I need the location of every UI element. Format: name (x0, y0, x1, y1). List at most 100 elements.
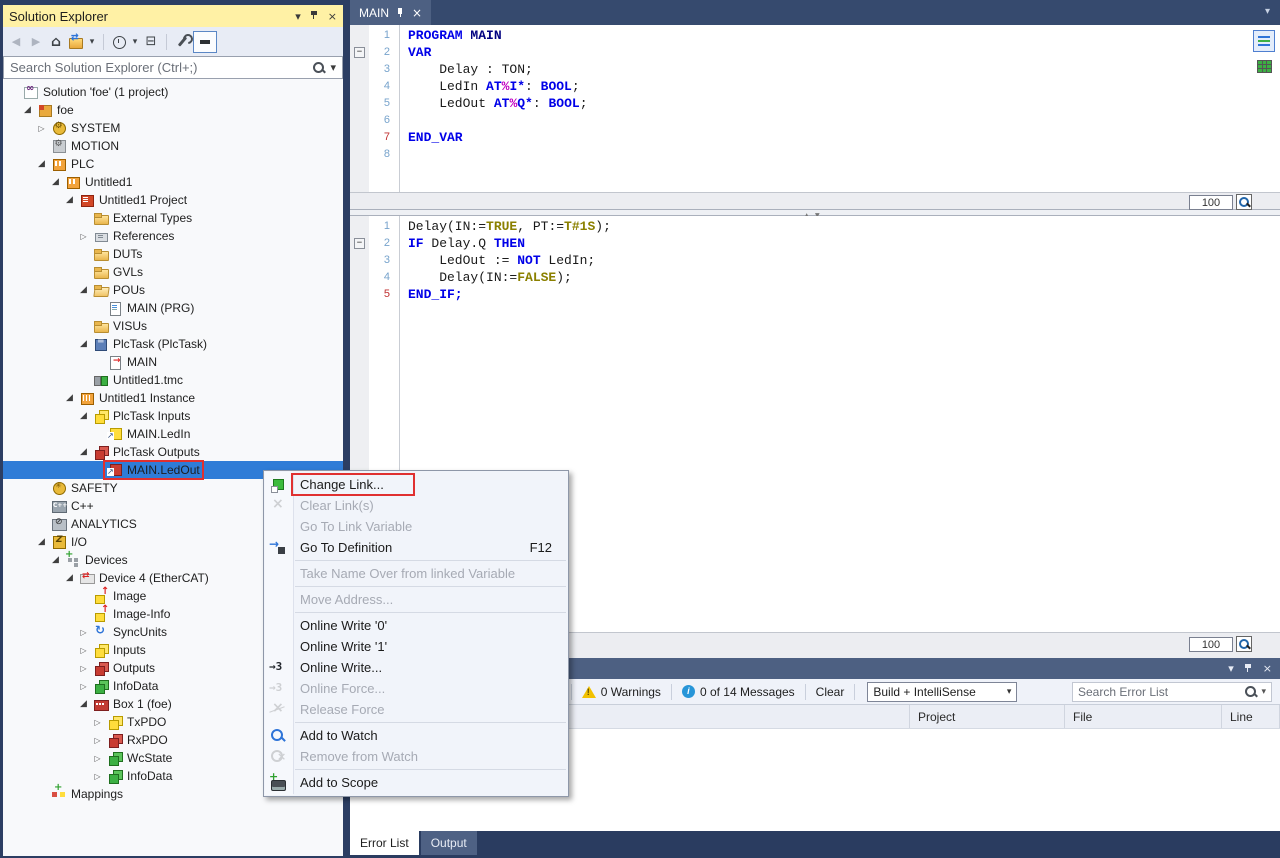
close-icon[interactable]: × (1263, 662, 1272, 675)
clear-button[interactable]: Clear (814, 685, 847, 699)
tree-item-content: PlcTask Inputs (90, 407, 193, 425)
warnings-filter-button[interactable]: 0 Warnings (580, 685, 663, 699)
tree-item-main[interactable]: MAIN (3, 353, 343, 371)
menu-item-go-to-definition[interactable]: Go To DefinitionF12 (264, 537, 568, 558)
tree-collapsed-arrow-icon[interactable]: ▷ (91, 736, 104, 745)
tab-list-caret-icon[interactable]: ▾ (1265, 6, 1270, 17)
tree-item-untitled1-project[interactable]: ◢Untitled1 Project (3, 191, 343, 209)
tree-item-gvls[interactable]: GVLs (3, 263, 343, 281)
tree-item-untitled1-tmc[interactable]: Untitled1.tmc (3, 371, 343, 389)
column-project[interactable]: Project (910, 705, 1065, 728)
tree-item-solution-foe-1-project[interactable]: Solution 'foe' (1 project) (3, 83, 343, 101)
search-icon[interactable] (312, 61, 326, 75)
tree-collapsed-arrow-icon[interactable]: ▷ (77, 664, 90, 673)
pin-icon[interactable] (310, 9, 319, 23)
column-line[interactable]: Line (1222, 705, 1280, 728)
tree-item-main-prg[interactable]: MAIN (PRG) (3, 299, 343, 317)
tree-item-plc[interactable]: ◢PLC (3, 155, 343, 173)
tree-collapsed-arrow-icon[interactable]: ▷ (77, 232, 90, 241)
tree-item-pous[interactable]: ◢POUs (3, 281, 343, 299)
home-icon[interactable]: ⌂ (47, 33, 65, 51)
tree-collapsed-arrow-icon[interactable]: ▷ (91, 772, 104, 781)
forward-icon[interactable]: ▶ (27, 33, 45, 51)
tree-item-content: DUTs (90, 245, 145, 263)
tab-main[interactable]: MAIN × (350, 0, 431, 25)
tree-expanded-arrow-icon[interactable]: ◢ (21, 105, 34, 115)
fold-collapse-icon[interactable]: − (354, 47, 365, 58)
tree-expanded-arrow-icon[interactable]: ◢ (49, 555, 62, 565)
tree-expanded-arrow-icon[interactable]: ◢ (35, 537, 48, 547)
menu-item-online-write-1[interactable]: Online Write '1' (264, 636, 568, 657)
fold-collapse-icon[interactable]: − (354, 238, 365, 249)
messages-filter-button[interactable]: i 0 of 14 Messages (680, 685, 797, 699)
tree-expanded-arrow-icon[interactable]: ◢ (77, 339, 90, 349)
menu-item-add-to-scope[interactable]: Add to Scope (264, 772, 568, 793)
tab-error-list[interactable]: Error List (350, 831, 419, 855)
search-error-list-input[interactable]: Search Error List ▾ (1072, 682, 1272, 702)
tree-expanded-arrow-icon[interactable]: ◢ (77, 699, 90, 709)
tree-collapsed-arrow-icon[interactable]: ▷ (91, 754, 104, 763)
text-view-icon[interactable] (1253, 30, 1275, 52)
declaration-editor[interactable]: 1PROGRAM MAIN−2VAR3 Delay : TON;4 LedIn … (350, 25, 1280, 192)
menu-item-online-write[interactable]: Online Write... (264, 657, 568, 678)
tree-collapsed-arrow-icon[interactable]: ▷ (35, 124, 48, 133)
editor-splitter[interactable]: ▲▼ (350, 209, 1280, 216)
tree-expanded-arrow-icon[interactable]: ◢ (77, 447, 90, 457)
properties-wrench-icon[interactable] (173, 33, 191, 51)
menu-item-add-to-watch[interactable]: Add to Watch (264, 725, 568, 746)
search-solution-explorer-input[interactable]: Search Solution Explorer (Ctrl+;) ▾ (3, 56, 343, 79)
tree-expanded-arrow-icon[interactable]: ◢ (49, 177, 62, 187)
tree-item-main-ledin[interactable]: MAIN.LedIn (3, 425, 343, 443)
tree-item-untitled1-instance[interactable]: ◢Untitled1 Instance (3, 389, 343, 407)
tree-collapsed-arrow-icon[interactable]: ▷ (77, 646, 90, 655)
search-options-caret-icon[interactable]: ▾ (1261, 687, 1266, 697)
build-filter-dropdown[interactable]: Build + IntelliSense ▾ (867, 682, 1017, 702)
declaration-zoom-level[interactable]: 100 (1189, 195, 1233, 210)
window-position-caret-icon[interactable]: ▾ (295, 10, 301, 23)
fold-margin (350, 286, 369, 303)
tree-item-plctask-inputs[interactable]: ◢PlcTask Inputs (3, 407, 343, 425)
pending-changes-filter-icon[interactable] (110, 33, 128, 51)
tree-item-motion[interactable]: MOTION (3, 137, 343, 155)
tree-collapsed-arrow-icon[interactable]: ▷ (77, 628, 90, 637)
preview-selected-toggle-icon[interactable] (193, 31, 217, 53)
caret-icon[interactable]: ▾ (87, 33, 97, 51)
tree-expanded-arrow-icon[interactable]: ◢ (35, 159, 48, 169)
column-file[interactable]: File (1065, 705, 1222, 728)
menu-item-change-link[interactable]: Change Link... (264, 474, 568, 495)
window-position-caret-icon[interactable]: ▾ (1228, 662, 1234, 675)
tree-item-visus[interactable]: VISUs (3, 317, 343, 335)
search-icon[interactable] (1244, 685, 1258, 699)
tree-item-foe[interactable]: ◢foe (3, 101, 343, 119)
pin-icon[interactable] (1244, 662, 1253, 676)
tree-item-plctask-outputs[interactable]: ◢PlcTask Outputs (3, 443, 343, 461)
tree-item-system[interactable]: ▷SYSTEM (3, 119, 343, 137)
tree-item-plctask-plctask[interactable]: ◢PlcTask (PlcTask) (3, 335, 343, 353)
code-line: 8 (350, 146, 1280, 163)
caret-icon[interactable]: ▾ (130, 33, 140, 51)
tree-collapsed-arrow-icon[interactable]: ▷ (91, 718, 104, 727)
tab-close-icon[interactable]: × (412, 6, 422, 20)
back-icon[interactable]: ◀ (7, 33, 25, 51)
tree-expanded-arrow-icon[interactable]: ◢ (63, 195, 76, 205)
implementation-zoom-level[interactable]: 100 (1189, 637, 1233, 652)
zoom-tool-icon[interactable] (1236, 194, 1252, 210)
sync-active-document-icon[interactable] (67, 33, 85, 51)
zoom-tool-icon[interactable] (1236, 636, 1252, 652)
tab-pin-icon[interactable] (396, 7, 405, 18)
close-icon[interactable]: × (328, 10, 337, 23)
search-options-caret-icon[interactable]: ▾ (330, 61, 336, 74)
tree-collapsed-arrow-icon[interactable]: ▷ (77, 682, 90, 691)
tree-item-external-types[interactable]: External Types (3, 209, 343, 227)
tree-item-references[interactable]: ▷References (3, 227, 343, 245)
tree-expanded-arrow-icon[interactable]: ◢ (77, 411, 90, 421)
tree-item-untitled1[interactable]: ◢Untitled1 (3, 173, 343, 191)
table-view-icon[interactable] (1253, 55, 1275, 77)
tab-output[interactable]: Output (421, 831, 477, 855)
tree-expanded-arrow-icon[interactable]: ◢ (63, 573, 76, 583)
menu-item-online-write-0[interactable]: Online Write '0' (264, 615, 568, 636)
tree-expanded-arrow-icon[interactable]: ◢ (63, 393, 76, 403)
tree-item-duts[interactable]: DUTs (3, 245, 343, 263)
tree-expanded-arrow-icon[interactable]: ◢ (77, 285, 90, 295)
collapse-all-icon[interactable]: ⊟ (142, 33, 160, 51)
